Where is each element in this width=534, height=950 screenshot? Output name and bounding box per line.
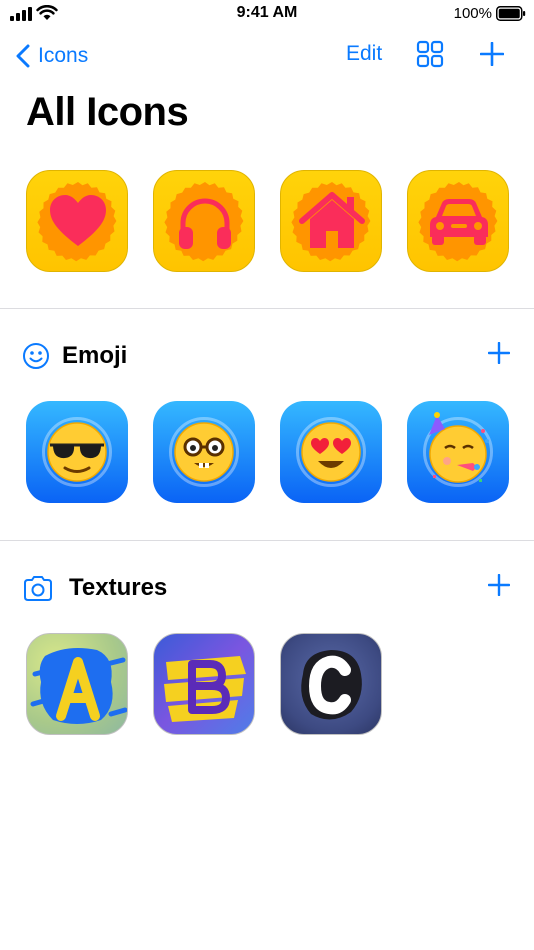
smiley-face-icon xyxy=(23,343,49,369)
section-title-emoji: Emoji xyxy=(62,342,128,369)
icon-tile-heart[interactable] xyxy=(26,170,128,272)
edit-button[interactable]: Edit xyxy=(346,42,382,66)
icon-tile-texture-b[interactable] xyxy=(153,633,255,735)
house-icon xyxy=(299,192,365,248)
back-button[interactable]: Icons xyxy=(16,38,88,74)
icon-tile-car[interactable] xyxy=(407,170,509,272)
page-title: All Icons xyxy=(26,90,189,134)
headphones-icon xyxy=(179,198,231,249)
divider xyxy=(0,540,534,541)
icon-tile-nerd[interactable] xyxy=(153,401,255,503)
icon-tile-headphones[interactable] xyxy=(153,170,255,272)
add-texture-icon[interactable] xyxy=(488,574,510,596)
section-title-textures: Textures xyxy=(69,574,168,601)
camera-icon xyxy=(24,576,52,601)
icon-tile-sunglasses[interactable] xyxy=(26,401,128,503)
heart-icon xyxy=(50,195,106,246)
all-icons-row xyxy=(26,170,509,272)
icon-tile-heart-eyes[interactable] xyxy=(280,401,382,503)
texture-b-icon xyxy=(164,656,246,722)
sunglasses-emoji-icon xyxy=(47,422,107,482)
icon-tile-texture-c[interactable] xyxy=(280,633,382,735)
heart-eyes-emoji-icon xyxy=(301,422,361,482)
texture-icons-row xyxy=(26,633,382,735)
chevron-left-icon xyxy=(16,44,30,68)
nerd-emoji-icon xyxy=(174,422,234,482)
divider xyxy=(0,308,534,309)
status-bar: 9:41 AM 100% xyxy=(0,0,534,28)
icon-tile-party[interactable] xyxy=(407,401,509,503)
add-icon[interactable] xyxy=(480,42,504,66)
icon-tile-texture-a[interactable] xyxy=(26,633,128,735)
add-emoji-icon[interactable] xyxy=(488,342,510,364)
battery-icon xyxy=(496,6,526,21)
section-header-textures: Textures xyxy=(22,568,516,608)
section-header-emoji: Emoji xyxy=(22,336,516,376)
battery-percentage: 100% xyxy=(453,5,492,22)
car-icon xyxy=(430,199,488,245)
icon-tile-house[interactable] xyxy=(280,170,382,272)
texture-c-icon xyxy=(301,650,362,720)
grid-view-icon[interactable] xyxy=(416,40,444,68)
emoji-icons-row xyxy=(26,401,509,503)
back-button-label: Icons xyxy=(38,44,89,67)
navigation-bar: Icons Edit xyxy=(0,34,534,78)
party-emoji-icon xyxy=(429,412,489,483)
texture-a-icon xyxy=(30,648,127,724)
